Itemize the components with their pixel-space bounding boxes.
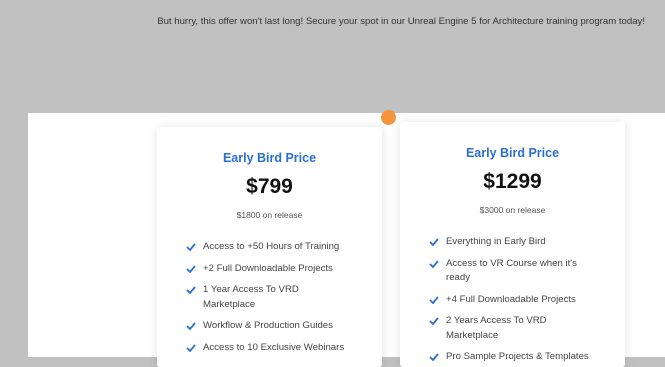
promo-text: But hurry, this offer won't last long! S… <box>157 16 645 27</box>
feature-item: +4 Full Downloadable Projects <box>427 293 602 308</box>
check-icon <box>429 238 439 246</box>
feature-label: Access to VR Course when it's ready <box>446 257 577 284</box>
pricing-card-pro: Early Bird Price $1299 $3000 on release … <box>400 122 625 367</box>
feature-label: Access to +50 Hours of Training <box>203 241 340 252</box>
check-icon <box>429 353 439 361</box>
card-title: Early Bird Price <box>465 146 560 160</box>
check-icon <box>429 295 439 304</box>
feature-label: 1 Year Access To VRD Marketplace <box>203 284 299 310</box>
card-price: $1299 <box>483 170 542 193</box>
feature-item: Access to +50 Hours of Training <box>184 240 359 255</box>
feature-label: Workflow & Production Guides <box>203 320 333 331</box>
feature-label: +4 Full Downloadable Projects <box>446 293 576 305</box>
check-icon <box>186 286 196 294</box>
feature-item: Everything in Early Bird <box>427 235 602 250</box>
feature-item: Pro Sample Projects & Templates <box>427 350 602 365</box>
orange-dot <box>381 110 396 125</box>
card-release-price: $1800 on release <box>236 210 303 220</box>
feature-list: Access to +50 Hours of Training +2 Full … <box>184 240 359 355</box>
feature-item: Workflow & Production Guides <box>184 319 359 334</box>
check-icon <box>186 264 196 273</box>
feature-label: Access to 10 Exclusive Webinars <box>203 341 345 353</box>
feature-label: 2 Years Access To VRD Marketplace <box>446 315 547 341</box>
feature-label: +2 Full Downloadable Projects <box>203 262 333 274</box>
feature-item: Access to VR Course when it's ready <box>427 257 596 286</box>
check-icon <box>429 259 439 268</box>
check-icon <box>186 243 196 251</box>
check-icon <box>429 317 439 325</box>
card-price: $799 <box>246 175 293 198</box>
check-icon <box>186 322 196 330</box>
card-release-price: $3000 on release <box>479 205 546 215</box>
card-title: Early Bird Price <box>222 151 317 165</box>
feature-item: 2 Years Access To VRD Marketplace <box>427 314 586 343</box>
feature-list: Everything in Early Bird Access to VR Co… <box>427 235 602 365</box>
feature-item: 1 Year Access To VRD Marketplace <box>184 283 333 312</box>
feature-label: Everything in Early Bird <box>446 236 546 247</box>
feature-item: Access to 10 Exclusive Webinars <box>184 341 359 356</box>
pricing-card-early-bird: Early Bird Price $799 $1800 on release A… <box>157 127 382 367</box>
feature-item: +2 Full Downloadable Projects <box>184 262 359 277</box>
check-icon <box>186 343 196 352</box>
